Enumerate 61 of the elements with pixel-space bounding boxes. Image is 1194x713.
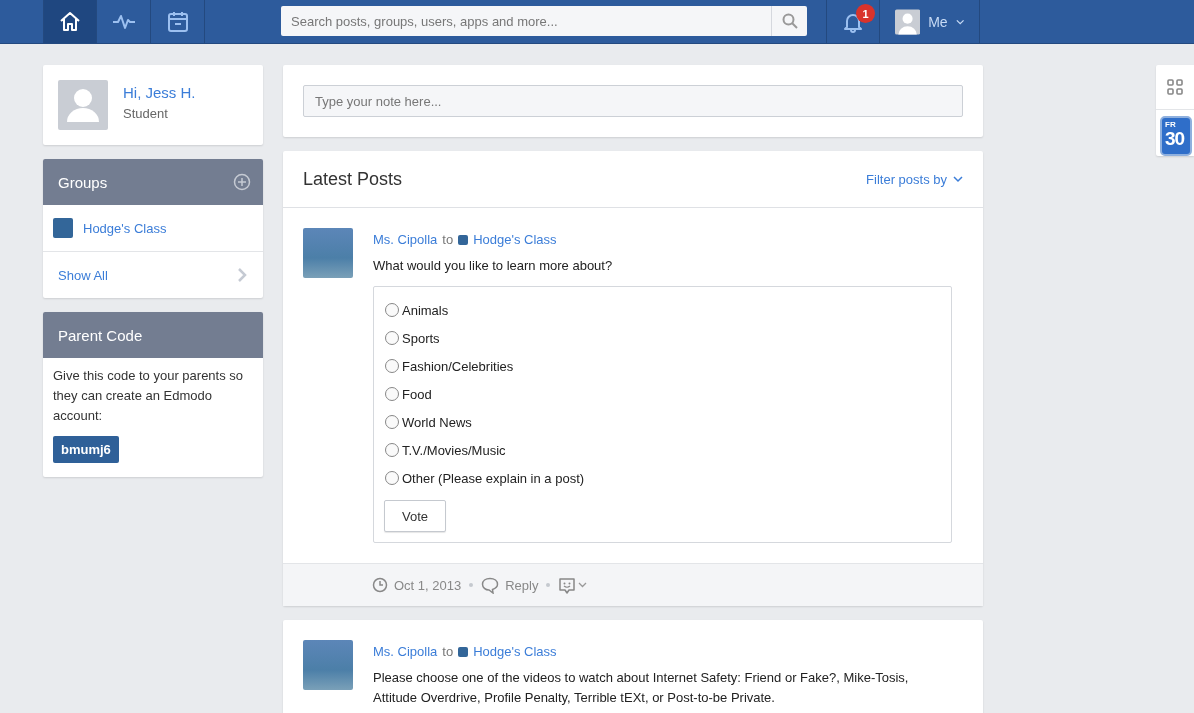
radio-button[interactable] — [384, 302, 400, 318]
avatar-icon — [895, 6, 921, 37]
home-icon — [58, 9, 82, 34]
reply-button[interactable]: Reply — [481, 576, 539, 594]
panel-title: Parent Code — [58, 326, 143, 344]
search-icon — [781, 13, 798, 29]
section-title: Latest Posts — [303, 168, 403, 190]
radio-button[interactable] — [384, 470, 400, 486]
radio-button[interactable] — [384, 330, 400, 346]
add-icon[interactable] — [233, 173, 251, 191]
option-label: Animals — [402, 302, 449, 318]
calendar-date: 30 — [1165, 129, 1186, 149]
post-text: Please choose one of the videos to watch about Internet Safety: Friend or Fake?, Mike-Tosis, Attitude Overdrive, Profile Penalty, Terrible tEXt, or Post-to-be Private. — [373, 669, 910, 707]
option-label: World News — [402, 414, 472, 430]
post-text: What would you like to learn more about? — [373, 257, 614, 275]
group-link[interactable]: Hodge's Class — [473, 232, 557, 247]
apps-grid-icon[interactable] — [1167, 79, 1183, 95]
recipient-label: to — [442, 644, 454, 659]
radio-button[interactable] — [384, 442, 400, 458]
chevron-right-icon[interactable] — [237, 267, 247, 283]
photo-placeholder — [303, 640, 353, 690]
note-input[interactable]: Type your note here... — [303, 85, 963, 117]
author-link[interactable]: Ms. Cipolla — [373, 644, 438, 659]
calendar-day: FR — [1165, 120, 1190, 129]
calendar-app-icon[interactable]: FR 30 — [1160, 116, 1192, 156]
show-all-link[interactable]: Show All — [58, 267, 108, 283]
speech-bubble-icon — [481, 576, 500, 594]
group-link[interactable]: Hodge's Class — [83, 220, 167, 236]
search-field[interactable]: Search posts, groups, users, apps and more... — [281, 6, 771, 36]
account-menu[interactable]: Me — [880, 0, 980, 43]
option-label: T.V./Movies/Music — [402, 442, 506, 458]
search-button[interactable] — [771, 6, 807, 36]
caret-icon — [953, 174, 963, 184]
parent-code-badge: bmumj6 — [53, 436, 119, 463]
role-label: Student — [123, 106, 169, 121]
radio-button[interactable] — [384, 386, 400, 402]
option-label: Food — [402, 386, 432, 402]
recipient-label: to — [442, 232, 454, 247]
avatar-icon — [58, 80, 108, 130]
group-link[interactable]: Hodge's Class — [473, 644, 557, 659]
nav-tab[interactable] — [43, 0, 97, 43]
vote-button[interactable]: Vote — [384, 500, 447, 532]
author-link[interactable]: Ms. Cipolla — [373, 232, 438, 247]
notifications-button[interactable]: 1 — [826, 0, 880, 43]
notification-badge: 1 — [856, 4, 875, 23]
radio-button[interactable] — [384, 358, 400, 374]
separator-dot-icon — [469, 583, 474, 587]
panel-title: Groups — [58, 173, 108, 191]
option-label: Sports — [402, 330, 440, 346]
post-date: Oct 1, 2013 — [394, 577, 462, 593]
radio-button[interactable] — [384, 414, 400, 430]
photo-placeholder — [303, 228, 353, 278]
calendar-icon — [165, 9, 190, 34]
filter-dropdown[interactable]: Filter posts by — [866, 171, 963, 187]
separator-dot-icon — [546, 583, 551, 587]
greeting-link[interactable]: Hi, Jess H. — [123, 84, 196, 101]
parent-code-instructions: Give this code to your parents so they can create an Edmodo account: — [53, 367, 245, 425]
option-label: Other (Please explain in a post) — [402, 470, 585, 486]
option-label: Fashion/Celebrities — [402, 358, 514, 374]
reaction-icon[interactable] — [558, 576, 589, 594]
clock-icon — [372, 577, 388, 593]
